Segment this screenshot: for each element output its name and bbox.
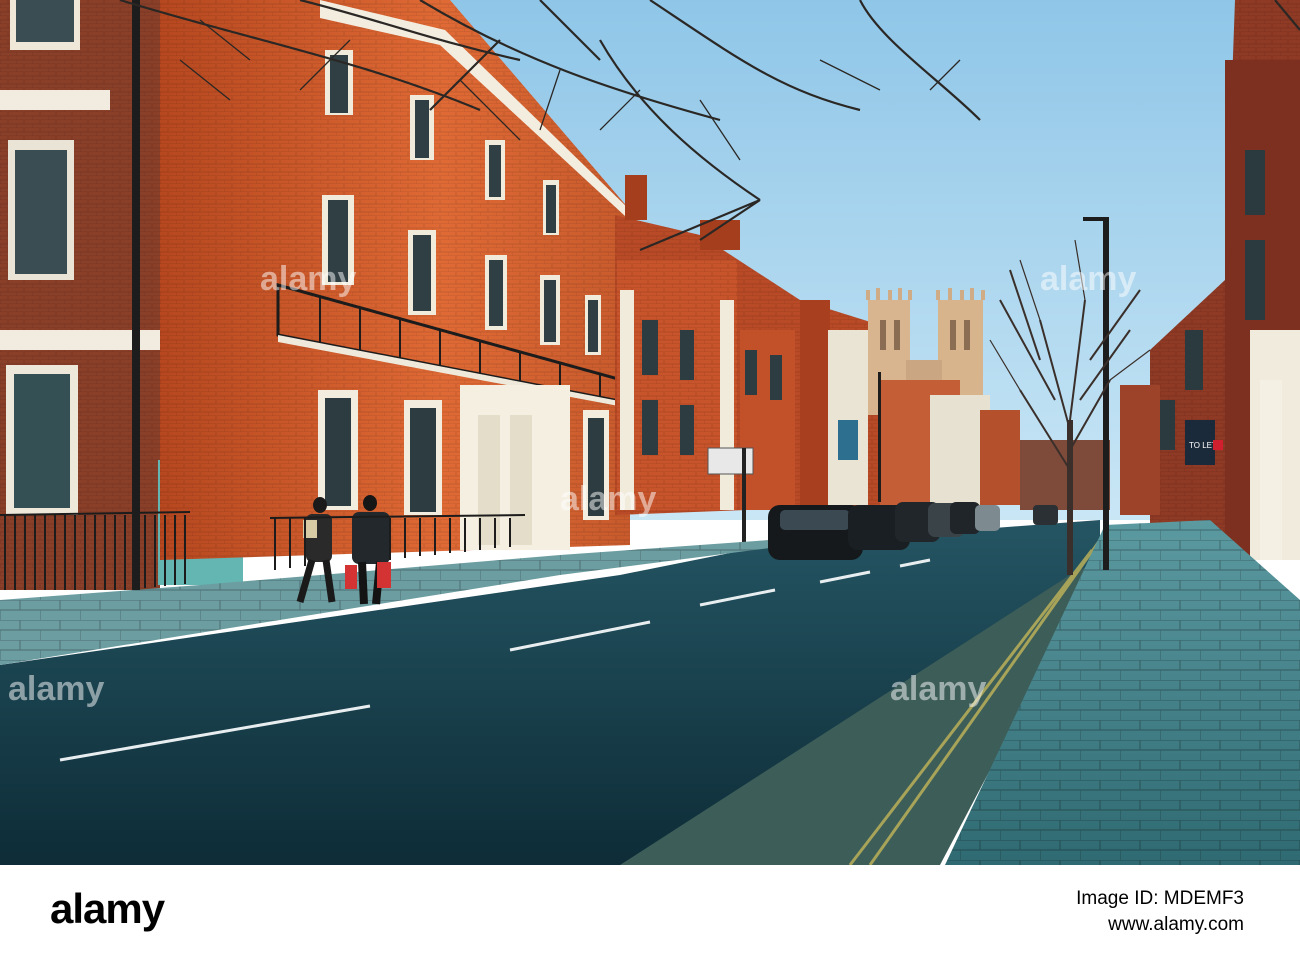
watermark: alamy — [890, 670, 986, 708]
watermark: alamy — [1040, 260, 1136, 298]
site-url[interactable]: www.alamy.com — [1108, 914, 1244, 936]
watermark: alamy — [260, 260, 356, 298]
footer-bar — [0, 865, 1300, 955]
alamy-logo[interactable]: alamy — [50, 885, 165, 933]
to-let-sign: TO LET — [1189, 441, 1217, 450]
street-photo: TO LET alamy alamy alamy alamy alamy — [0, 0, 1300, 865]
watermark: alamy — [8, 670, 104, 708]
watermark: alamy — [560, 480, 656, 518]
image-id-label: Image ID: MDEMF3 — [1076, 888, 1244, 909]
